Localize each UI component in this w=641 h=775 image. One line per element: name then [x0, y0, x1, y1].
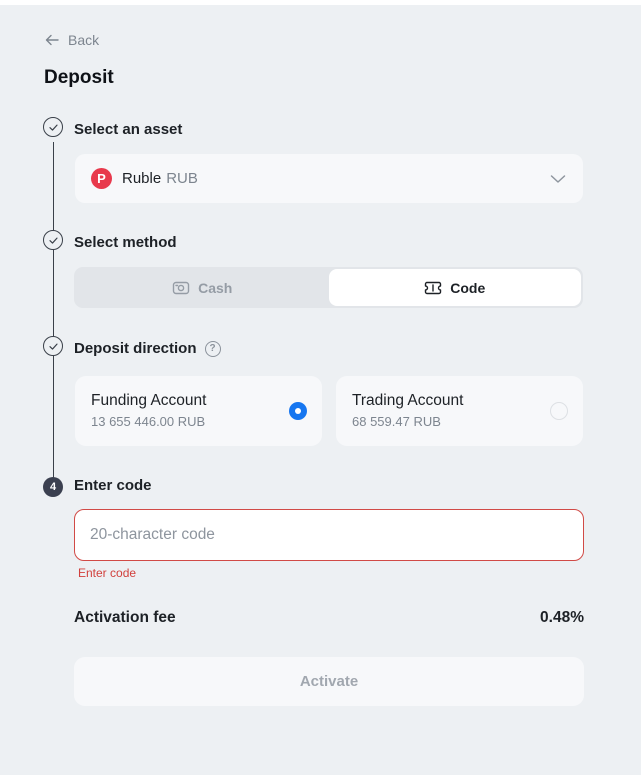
account-name: Funding Account [91, 392, 207, 409]
asset-code: RUB [166, 170, 198, 187]
step-label-enter-code: Enter code [74, 477, 152, 494]
step-label-select-method: Select method [74, 234, 177, 251]
deposit-panel: Back Deposit Select an asset P Ruble RUB… [0, 5, 641, 775]
radio-unselected[interactable] [550, 402, 568, 420]
asset-name: Ruble [122, 170, 162, 187]
step-label-select-asset: Select an asset [74, 121, 183, 138]
account-name: Trading Account [352, 392, 464, 409]
activation-fee-value: 0.48% [540, 609, 584, 626]
arrow-left-icon [45, 34, 59, 46]
step-2-done-check [43, 230, 63, 250]
check-icon [48, 124, 58, 131]
chevron-down-icon [550, 175, 566, 183]
radio-selected[interactable] [289, 402, 307, 420]
cash-icon [172, 281, 190, 294]
check-icon [48, 237, 58, 244]
check-icon [48, 343, 58, 350]
step-3-done-check [43, 336, 63, 356]
method-label-code: Code [450, 279, 486, 296]
step-1-done-check [43, 117, 63, 137]
method-toggle: Cash Code [74, 267, 583, 308]
back-link[interactable]: Back [44, 30, 99, 50]
account-balance: 68 559.47 RUB [352, 414, 441, 429]
asset-dropdown[interactable]: P Ruble RUB [75, 154, 583, 203]
method-option-cash[interactable]: Cash [76, 269, 329, 306]
account-card-funding[interactable]: Funding Account 13 655 446.00 RUB [75, 376, 322, 446]
method-label-cash: Cash [198, 279, 233, 296]
back-label: Back [68, 32, 100, 48]
activate-button[interactable]: Activate [74, 657, 584, 706]
code-error-message: Enter code [78, 566, 137, 580]
method-option-code[interactable]: Code [328, 269, 581, 306]
step-4-number: 4 [43, 477, 63, 497]
ruble-coin-icon: P [91, 168, 112, 189]
activation-fee-label: Activation fee [74, 609, 176, 626]
account-balance: 13 655 446.00 RUB [91, 414, 206, 429]
code-voucher-icon [425, 281, 442, 294]
page-title: Deposit [44, 67, 114, 88]
account-card-trading[interactable]: Trading Account 68 559.47 RUB [336, 376, 583, 446]
code-input[interactable] [74, 509, 584, 561]
question-mark-icon[interactable]: ? [204, 340, 221, 357]
stepper-line [52, 142, 54, 478]
step-label-deposit-direction: Deposit direction ? [74, 340, 221, 357]
deposit-direction-text: Deposit direction [74, 340, 197, 357]
